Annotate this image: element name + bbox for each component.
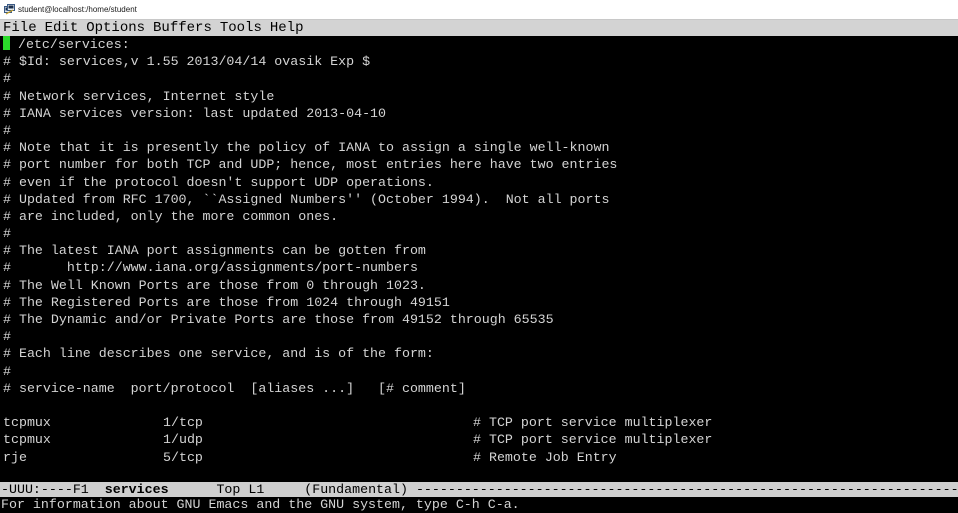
service-name: tcpmux	[3, 432, 51, 448]
text-cursor	[3, 36, 10, 50]
service-entry: tcpmux 1/udp # TCP port service multiple…	[0, 431, 958, 448]
modeline-buffer-name[interactable]: services	[105, 482, 169, 497]
service-entry: tcpmux 1/tcp # TCP port service multiple…	[0, 414, 958, 431]
service-name: tcpmux	[3, 415, 51, 431]
buffer-line: # The latest IANA port assignments can b…	[3, 243, 426, 259]
title-bar[interactable]: student@localhost:/home/student	[0, 0, 958, 20]
buffer-line: # The Well Known Ports are those from 0 …	[3, 277, 426, 293]
buffer-line: #	[3, 226, 11, 242]
service-port: 1/tcp	[163, 415, 203, 431]
service-name: rje	[3, 449, 27, 465]
menu-edit[interactable]: Edit	[45, 20, 79, 36]
terminal-window: student@localhost:/home/student File Edi…	[0, 0, 958, 513]
buffer-line: # Note that it is presently the policy o…	[3, 140, 610, 156]
menu-bar: File Edit Options Buffers Tools Help	[0, 20, 958, 36]
modeline-position: Top L1	[168, 482, 305, 497]
menu-help[interactable]: Help	[270, 20, 304, 36]
menu-buffers[interactable]: Buffers	[153, 20, 212, 36]
service-comment: # Remote Job Entry	[473, 449, 617, 465]
buffer-line: #	[3, 363, 11, 379]
service-entry: rje 5/tcp # Remote Job Entry	[0, 449, 958, 466]
buffer-line: # Network services, Internet style	[3, 88, 275, 104]
modeline-status: -UUU:----F1	[1, 482, 105, 497]
echo-area: For information about GNU Emacs and the …	[0, 497, 958, 513]
modeline-filler: ----------------------------------------…	[415, 482, 958, 497]
menu-tools[interactable]: Tools	[220, 20, 262, 36]
menu-options[interactable]: Options	[86, 20, 145, 36]
putty-terminal-icon	[4, 4, 15, 15]
buffer-line: # The Dynamic and/or Private Ports are t…	[3, 312, 554, 327]
mode-line[interactable]: -UUU:----F1 services Top L1 (Fundamental…	[0, 482, 958, 497]
modeline-major-mode[interactable]: (Fundamental)	[304, 482, 416, 497]
buffer-line: # $Id: services,v 1.55 2013/04/14 ovasik…	[3, 54, 371, 70]
buffer-line: # http://www.iana.org/assignments/port-n…	[3, 260, 418, 276]
buffer-line: #	[3, 122, 11, 138]
window-title: student@localhost:/home/student	[18, 5, 137, 14]
buffer-line	[0, 397, 958, 414]
service-comment: # TCP port service multiplexer	[473, 432, 713, 448]
buffer-line: /etc/services:	[0, 36, 958, 53]
buffer-line: #	[3, 71, 11, 87]
service-comment: # TCP port service multiplexer	[473, 415, 713, 431]
buffer-line: #	[3, 329, 11, 345]
buffer-line: # service-name port/protocol [aliases ..…	[3, 380, 466, 396]
buffer-line: # even if the protocol doesn't support U…	[3, 174, 434, 190]
menu-file[interactable]: File	[3, 20, 37, 36]
buffer-line: # port number for both TCP and UDP; henc…	[3, 157, 618, 173]
buffer-line: # The Registered Ports are those from 10…	[3, 294, 450, 310]
buffer-line: # are included, only the more common one…	[3, 208, 339, 224]
buffer-line: # Each line describes one service, and i…	[3, 346, 434, 362]
editor-buffer[interactable]: /etc/services: # $Id: services,v 1.55 20…	[0, 36, 958, 480]
service-port: 1/udp	[163, 432, 203, 448]
buffer-line: # Updated from RFC 1700, ``Assigned Numb…	[3, 191, 610, 207]
buffer-line: # IANA services version: last updated 20…	[3, 105, 387, 121]
service-port: 5/tcp	[163, 449, 203, 465]
